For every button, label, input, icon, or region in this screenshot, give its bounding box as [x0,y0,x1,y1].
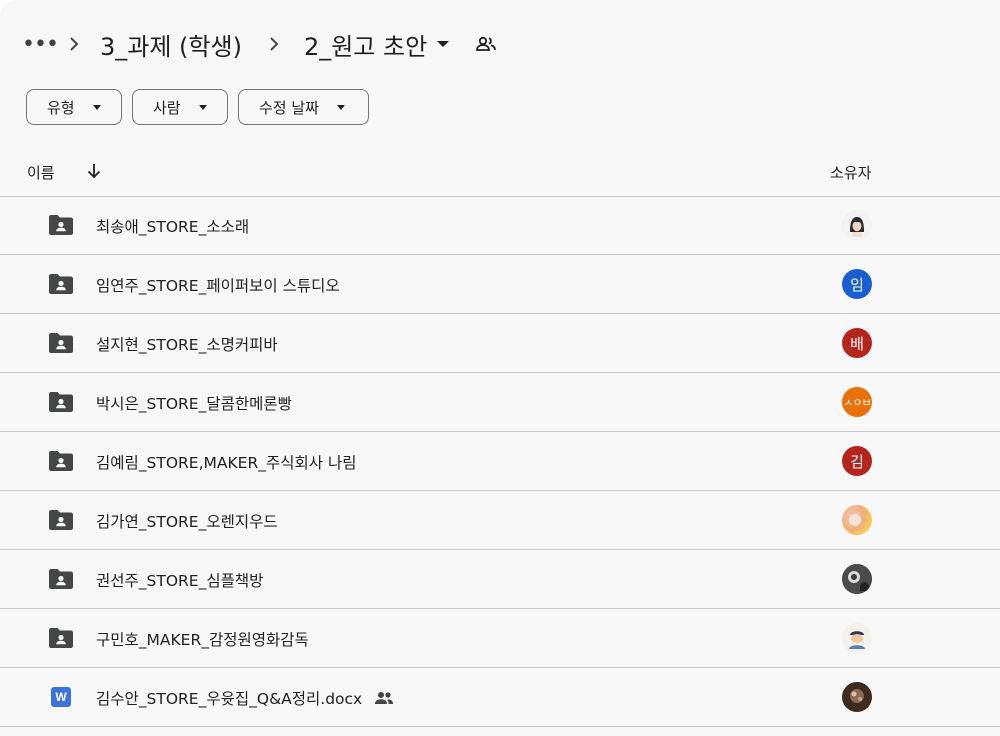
file-name-text: 김가연_STORE_오렌지우드 [96,513,278,531]
file-name: 임연주_STORE_페이퍼보이 스튜디오 [96,274,340,296]
chevron-right-icon [66,36,82,52]
file-row[interactable]: 최송애_STORE_소소래 [0,196,1000,255]
owner-avatar[interactable] [842,505,872,535]
shared-folder-icon [48,450,74,472]
owner-avatar-initial: ㅅㅇㅂ [843,396,871,409]
file-row[interactable]: W 김수안_STORE_우윳집_Q&A정리.docx [0,668,1000,727]
owner-avatar-initial: 배 [850,334,864,353]
shared-people-icon[interactable] [475,36,497,52]
owner-avatar[interactable] [842,682,872,712]
file-name-text: 권선주_STORE_심플책방 [96,572,264,590]
owner-avatar[interactable] [842,210,872,240]
file-name-text: 설지현_STORE_소명커피바 [96,336,278,354]
dropdown-caret-icon [437,41,450,47]
filter-type-label: 유형 [47,98,75,117]
breadcrumb-current-folder[interactable]: 2_원고 초안 [303,27,450,62]
file-name: 최송애_STORE_소소래 [96,215,249,237]
file-list: 최송애_STORE_소소래 임연주_STORE_페이퍼보이 스튜디오 임 설지현… [0,196,1000,727]
filter-modified-label: 수정 날짜 [259,98,319,117]
current-folder-name: 2_원고 초안 [303,32,428,61]
file-name: 김가연_STORE_오렌지우드 [96,510,278,532]
shared-folder-icon [48,509,74,531]
word-doc-icon: W [51,687,71,707]
shared-folder-icon [48,391,74,413]
shared-folder-icon [48,273,74,295]
file-name: 설지현_STORE_소명커피바 [96,333,278,355]
owner-avatar[interactable]: 배 [842,328,872,358]
file-name-text: 최송애_STORE_소소래 [96,218,250,236]
owner-avatar-initial: 김 [850,452,864,471]
shared-people-icon [374,691,394,705]
owner-avatar[interactable]: 김 [842,446,872,476]
filter-modified-chip[interactable]: 수정 날짜 [238,89,369,125]
file-row[interactable]: 설지현_STORE_소명커피바 배 [0,314,1000,373]
column-header-name[interactable]: 이름 [27,162,55,183]
filter-people-label: 사람 [153,98,181,117]
filter-type-chip[interactable]: 유형 [26,89,122,125]
chevron-down-icon [198,104,207,110]
breadcrumb: ••• 3_과제 (학생) 2_원고 초안 [22,22,497,66]
owner-avatar[interactable]: ㅅㅇㅂ [842,387,872,417]
file-row[interactable]: 권선주_STORE_심플책방 [0,550,1000,609]
file-name-text: 김수안_STORE_우윳집_Q&A정리.docx [96,690,363,708]
file-list-header: 이름 소유자 [0,148,1000,197]
chevron-down-icon [336,104,345,110]
file-name: 박시은_STORE_달콤한메론빵 [96,392,292,414]
file-row[interactable]: 김예림_STORE,MAKER_주식회사 나림 김 [0,432,1000,491]
more-breadcrumbs-button[interactable]: ••• [22,32,59,57]
file-name: 김예림_STORE,MAKER_주식회사 나림 [96,451,356,473]
file-name-text: 김예림_STORE,MAKER_주식회사 나림 [96,454,357,472]
column-header-owner[interactable]: 소유자 [830,162,871,183]
arrow-down-icon[interactable] [84,161,104,185]
file-name-text: 구민호_MAKER_감정원영화감독 [96,631,309,649]
owner-avatar[interactable] [842,564,872,594]
file-row[interactable]: 구민호_MAKER_감정원영화감독 [0,609,1000,668]
breadcrumb-parent-folder[interactable]: 3_과제 (학생) [100,27,242,62]
file-name-text: 박시은_STORE_달콤한메론빵 [96,395,292,413]
file-name-text: 임연주_STORE_페이퍼보이 스튜디오 [96,277,340,295]
file-name: 구민호_MAKER_감정원영화감독 [96,628,309,650]
file-name: 권선주_STORE_심플책방 [96,569,263,591]
owner-avatar[interactable] [842,623,872,653]
shared-folder-icon [48,214,74,236]
filter-chips: 유형 사람 수정 날짜 [26,89,369,125]
owner-avatar-initial: 임 [850,275,864,294]
file-row[interactable]: 김가연_STORE_오렌지우드 [0,491,1000,550]
owner-avatar[interactable]: 임 [842,269,872,299]
filter-people-chip[interactable]: 사람 [132,89,228,125]
file-row[interactable]: 박시은_STORE_달콤한메론빵 ㅅㅇㅂ [0,373,1000,432]
file-name: 김수안_STORE_우윳집_Q&A정리.docx [96,687,394,709]
shared-folder-icon [48,568,74,590]
drive-file-browser: ••• 3_과제 (학생) 2_원고 초안 유형 사람 수정 날짜 이름 소유자… [0,0,1000,736]
chevron-down-icon [92,104,101,110]
file-row[interactable]: 임연주_STORE_페이퍼보이 스튜디오 임 [0,255,1000,314]
shared-folder-icon [48,627,74,649]
chevron-right-icon [266,36,282,52]
shared-folder-icon [48,332,74,354]
